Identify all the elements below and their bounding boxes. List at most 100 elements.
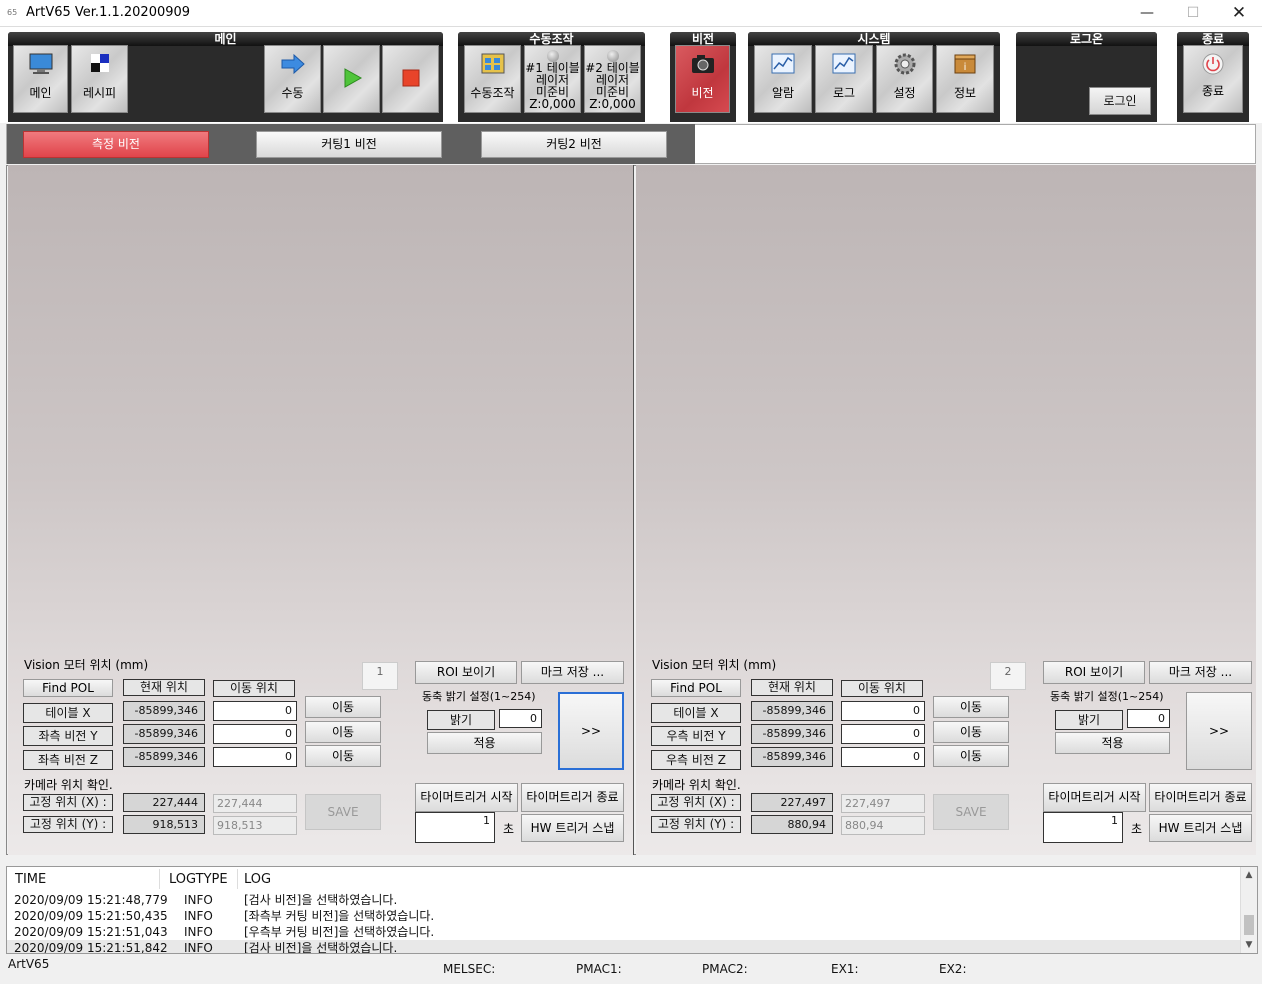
timer-trigger-start-button[interactable]: 타이머트리거 시작: [415, 783, 518, 812]
save-button[interactable]: SAVE: [305, 794, 381, 830]
monitor-icon: [29, 53, 52, 74]
move-position-input[interactable]: 0: [213, 747, 297, 767]
timer-trigger-stop-button[interactable]: 타이머트리거 종료: [1149, 783, 1252, 812]
roi-show-button[interactable]: ROI 보이기: [415, 661, 517, 684]
log-row[interactable]: 2020/09/09 15:21:48,779 INFO [검사 비전]을 선택…: [7, 892, 1241, 908]
exit-button[interactable]: 종료: [1183, 45, 1243, 113]
current-position-value: -85899,346: [751, 724, 833, 744]
move-button[interactable]: 이동: [305, 721, 381, 743]
status-melsec: MELSEC:: [443, 962, 496, 976]
play-icon: [344, 68, 362, 88]
manual-button[interactable]: 수동: [264, 45, 321, 113]
move-button[interactable]: 이동: [305, 696, 381, 718]
timer-trigger-stop-button[interactable]: 타이머트리거 종료: [521, 783, 624, 812]
vision-button[interactable]: 비전: [675, 45, 730, 113]
scroll-up-icon[interactable]: ▲: [1241, 867, 1257, 883]
find-pol-button[interactable]: Find POL: [23, 679, 113, 697]
timer-interval-input[interactable]: 1: [415, 812, 495, 843]
move-position-input[interactable]: 0: [841, 747, 925, 767]
current-position-header: 현재 위치: [751, 679, 833, 696]
brightness-input[interactable]: 0: [499, 709, 542, 728]
fixed-position-x-label: 고정 위치 (X) :: [23, 794, 113, 811]
axis-label: 좌측 비전 Y: [23, 726, 113, 746]
timer-interval-input[interactable]: 1: [1043, 812, 1123, 843]
group-manual-title: 수동조작: [458, 32, 645, 46]
current-position-value: -85899,346: [751, 701, 833, 721]
main-button[interactable]: 메인: [13, 45, 68, 113]
recipe-button[interactable]: 레시피: [71, 45, 128, 113]
table1-laser-button[interactable]: #1 테이블 레이저 미준비 Z:0,000: [524, 45, 581, 113]
toolbar: 메인 수동조작 비전 시스템 로그온 종료 메인 레시피 수동 수동조작 #1 …: [0, 27, 1262, 123]
log-list[interactable]: TIME LOGTYPE LOG 2020/09/09 15:21:48,779…: [6, 866, 1258, 954]
coaxial-light-title: 동축 밝기 설정(1~254): [1050, 690, 1164, 703]
log-header-log: LOG: [244, 872, 272, 887]
log-button[interactable]: 로그: [815, 45, 873, 113]
hw-trigger-snap-button[interactable]: HW 트리거 스냅: [521, 814, 624, 842]
log-row[interactable]: 2020/09/09 15:21:50,435 INFO [좌측부 커팅 비전]…: [7, 908, 1241, 924]
status-app: ArtV65: [8, 957, 50, 971]
fixed-position-y-value: 918,513: [123, 815, 205, 834]
hw-trigger-snap-button[interactable]: HW 트리거 스냅: [1149, 814, 1252, 842]
tab-cutting1-vision[interactable]: 커팅1 비전: [256, 131, 442, 158]
log-row[interactable]: 2020/09/09 15:21:51,842 INFO [검사 비전]을 선택…: [7, 940, 1241, 953]
settings-button[interactable]: 설정: [876, 45, 933, 113]
mark-save-button[interactable]: 마크 저장 ...: [521, 661, 624, 684]
mark-save-button[interactable]: 마크 저장 ...: [1149, 661, 1252, 684]
status-ex2: EX2:: [939, 962, 967, 976]
alarm-button[interactable]: 알람: [754, 45, 812, 113]
move-button[interactable]: 이동: [933, 696, 1009, 718]
axis-label: 테이블 X: [651, 703, 741, 723]
stop-button[interactable]: [382, 45, 439, 113]
tab-measure-vision[interactable]: 측정 비전: [23, 131, 209, 158]
brightness-input[interactable]: 0: [1127, 709, 1170, 728]
manual-op-button[interactable]: 수동조작: [464, 45, 521, 113]
scroll-thumb[interactable]: [1244, 915, 1254, 935]
scroll-down-icon[interactable]: ▼: [1241, 937, 1257, 953]
group-vision-title: 비전: [670, 32, 736, 46]
group-logon-title: 로그온: [1016, 32, 1157, 46]
move-position-input[interactable]: 0: [213, 701, 297, 721]
move-button[interactable]: 이동: [933, 745, 1009, 767]
move-button[interactable]: 이동: [933, 721, 1009, 743]
status-bar: ArtV65 MELSEC: PMAC1: PMAC2: EX1: EX2:: [0, 955, 1262, 984]
move-position-input[interactable]: 0: [841, 701, 925, 721]
title-bar: 65 ArtV65 Ver.1.1.20200909 — ☐ ✕: [0, 0, 1262, 27]
control-panel-icon: [481, 53, 504, 74]
log-header: TIME LOGTYPE LOG: [7, 872, 1241, 888]
save-button[interactable]: SAVE: [933, 794, 1009, 830]
log-header-logtype: LOGTYPE: [169, 872, 228, 887]
fixed-position-y-input[interactable]: 880,94: [841, 816, 925, 835]
move-button[interactable]: 이동: [305, 745, 381, 767]
maximize-button[interactable]: ☐: [1170, 0, 1216, 27]
move-position-input[interactable]: 0: [213, 724, 297, 744]
group-system-title: 시스템: [748, 32, 1000, 46]
fixed-position-y-input[interactable]: 918,513: [213, 816, 297, 835]
apply-button[interactable]: 적용: [427, 732, 542, 754]
start-button[interactable]: [323, 45, 380, 113]
camera-position-title: 카메라 위치 확인.: [24, 778, 113, 792]
apply-button[interactable]: 적용: [1055, 732, 1170, 754]
expand-button[interactable]: >>: [1186, 692, 1252, 770]
info-box-icon: i: [954, 54, 976, 74]
expand-button[interactable]: >>: [558, 692, 624, 770]
fixed-position-x-input[interactable]: 227,497: [841, 794, 925, 813]
fixed-position-x-input[interactable]: 227,444: [213, 794, 297, 813]
move-position-input[interactable]: 0: [841, 724, 925, 744]
timer-trigger-start-button[interactable]: 타이머트리거 시작: [1043, 783, 1146, 812]
minimize-button[interactable]: —: [1124, 0, 1170, 27]
roi-show-button[interactable]: ROI 보이기: [1043, 661, 1145, 684]
tab-cutting2-vision[interactable]: 커팅2 비전: [481, 131, 667, 158]
close-button[interactable]: ✕: [1216, 0, 1262, 27]
window-title: ArtV65 Ver.1.1.20200909: [26, 5, 191, 20]
log-header-time: TIME: [15, 872, 47, 887]
table2-laser-button[interactable]: #2 테이블 레이저 미준비 Z:0,000: [584, 45, 641, 113]
camera-icon: [691, 55, 714, 73]
log-row[interactable]: 2020/09/09 15:21:51,043 INFO [우측부 커팅 비전]…: [7, 924, 1241, 940]
info-button[interactable]: i 정보: [936, 45, 994, 113]
find-pol-button[interactable]: Find POL: [651, 679, 741, 697]
current-position-value: -85899,346: [123, 701, 205, 721]
fixed-position-y-label: 고정 위치 (Y) :: [23, 816, 113, 833]
brightness-label: 밝기: [427, 710, 495, 730]
login-button[interactable]: 로그인: [1089, 87, 1151, 115]
log-scrollbar[interactable]: ▲ ▼: [1240, 867, 1257, 953]
